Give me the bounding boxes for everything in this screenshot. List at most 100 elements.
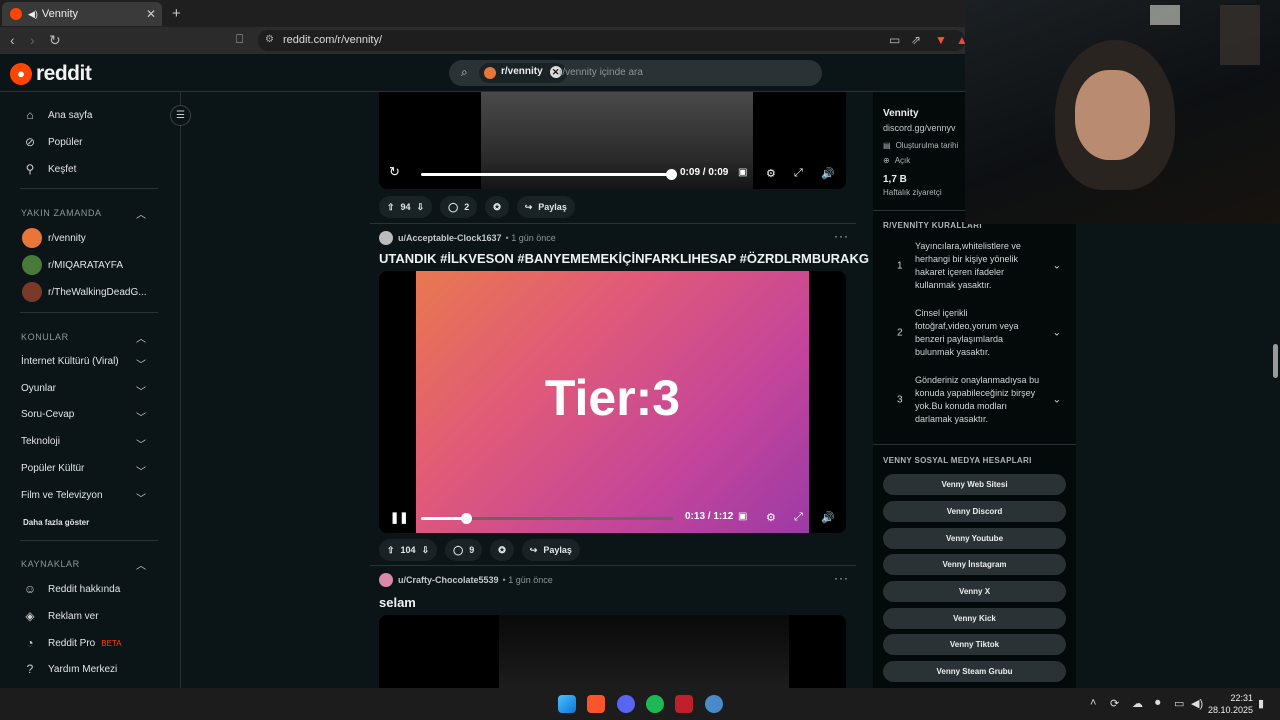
chevron-down-icon[interactable]: ﹀ [136,356,146,371]
award-button[interactable]: ✪ [485,196,509,218]
volume-icon[interactable]: 🔊 [821,167,835,180]
topics-header[interactable]: KONULAR [21,332,69,342]
post-video-player[interactable] [379,615,846,688]
share-button[interactable]: ↪ Paylaş [521,539,580,561]
chevron-up-icon[interactable]: ︿ [136,557,146,572]
downvote-icon[interactable]: ⇩ [417,202,425,213]
cast-icon[interactable]: ▭ [889,33,900,47]
app-icon[interactable] [675,695,693,713]
social-link-button[interactable]: Venny X [883,581,1066,602]
chevron-up-icon[interactable]: ︿ [136,330,146,345]
sidebar-item-vennity[interactable]: r/vennity [22,228,86,248]
more-options-icon[interactable]: ··· [834,571,849,585]
reload-icon[interactable]: ↻ [49,32,61,49]
sidebar-item-pro[interactable]: ◔ Reddit Pro BETA [22,636,121,650]
progress-track[interactable] [421,169,677,180]
brave-browser-icon[interactable] [587,695,605,713]
show-more-button[interactable]: Daha fazla göster [23,518,89,527]
search-bar[interactable]: ⌕ r/vennity ✕ r/vennity içinde ara [449,60,822,86]
topic-item[interactable]: Popüler Kültür [21,463,84,474]
sidebar-item-advertise[interactable]: ◈ Reklam ver [22,609,98,623]
sidebar-item-home[interactable]: ⌂ Ana sayfa [22,108,92,122]
sidebar-item-popular[interactable]: ⊘ Popüler [22,135,83,149]
cloud-icon[interactable]: ☁ [1132,697,1143,710]
social-link-button[interactable]: Venny Youtube [883,528,1066,549]
new-tab-icon[interactable]: + [172,5,181,22]
topic-item[interactable]: Film ve Televizyon [21,490,103,501]
user-avatar[interactable] [379,231,393,245]
settings-app-icon[interactable] [705,695,723,713]
upvote-icon[interactable]: ⇧ [387,202,395,213]
more-options-icon[interactable]: ··· [834,229,849,243]
post-title[interactable]: selam [379,595,416,610]
chevron-down-icon[interactable]: ﹀ [136,409,146,424]
browser-tab[interactable]: ◀) Vennity ✕ [2,2,162,26]
sidebar-item-about[interactable]: ☺ Reddit hakkında [22,582,120,596]
scrollbar-thumb[interactable] [1273,344,1278,378]
tray-chevron-icon[interactable]: ˄ [1090,697,1096,709]
social-link-button[interactable]: Venny Web Sitesi [883,474,1066,495]
post-title[interactable]: UTANDIK #İLKVESON #BANYEMEMEKİÇİNFARKLIH… [379,251,869,266]
replay-icon[interactable]: ↻ [389,164,400,180]
sidebar-item-explore[interactable]: ⚲ Keşfet [22,162,77,176]
chevron-down-icon[interactable]: ⌄ [1053,327,1061,340]
chevron-down-icon[interactable]: ﹀ [136,463,146,478]
sidebar-item-walkingdead[interactable]: r/TheWalkingDeadG... [22,282,147,302]
back-icon[interactable]: ‹ [10,32,15,48]
volume-icon[interactable]: 🔊 [821,511,835,524]
brave-shield-icon[interactable]: ▼ [935,33,947,47]
downvote-icon[interactable]: ⇩ [422,545,430,556]
url-field[interactable]: ⚙ reddit.com/r/vennity/ [258,30,965,51]
comments-button[interactable]: ◯ 2 [440,196,478,218]
captions-icon[interactable]: ▣ [738,511,747,522]
chevron-down-icon[interactable]: ﹀ [136,436,146,451]
collapse-sidebar-button[interactable]: ☰ [170,105,191,126]
settings-icon[interactable]: ⚙ [766,511,776,524]
progress-track[interactable] [421,513,673,524]
captions-icon[interactable]: ▣ [738,167,747,178]
share-button[interactable]: ↪ Paylaş [516,196,575,218]
social-link-button[interactable]: Venny Steam Grubu [883,661,1066,682]
notification-icon[interactable]: ▮ [1258,697,1264,710]
speaker-icon[interactable]: ◀) [1191,697,1203,710]
forward-icon[interactable]: › [30,32,35,48]
sync-icon[interactable]: ⟳ [1110,697,1119,710]
social-link-button[interactable]: Venny Tiktok [883,634,1066,655]
sidebar-item-miqaratayfa[interactable]: r/MIQARATAYFA [22,255,123,275]
comments-button[interactable]: ◯ 9 [445,539,483,561]
post-author[interactable]: u/Crafty-Chocolate5539 [398,575,499,585]
topic-item[interactable]: Teknoloji [21,436,60,447]
settings-icon[interactable]: ⚙ [766,167,776,180]
windows-start-icon[interactable] [558,695,576,713]
chevron-down-icon[interactable]: ﹀ [136,490,146,505]
progress-knob[interactable] [666,169,677,180]
rule-item[interactable]: 3 Gönderiniz onaylanmadıysa bu konuda yap… [883,374,1069,426]
chevron-down-icon[interactable]: ﹀ [136,383,146,398]
post-video-player[interactable]: ↻ 0:09 / 0:09 ▣ ⚙ ⤢ 🔊 [379,92,846,189]
topic-item[interactable]: Soru-Cevap [21,409,74,420]
rule-item[interactable]: 2 Cinsel içerikli fotoğraf,video,yorum ve… [883,307,1069,359]
microphone-icon[interactable]: ⏺ [1155,697,1161,710]
page-scrollbar[interactable] [1270,224,1280,688]
search-input[interactable]: r/vennity içinde ara [559,67,643,78]
chevron-down-icon[interactable]: ⌄ [1053,394,1061,407]
award-button[interactable]: ✪ [490,539,514,561]
reddit-logo[interactable]: ● reddit [10,62,92,86]
upvote-icon[interactable]: ⇧ [387,545,395,556]
chevron-up-icon[interactable]: ︿ [136,206,146,221]
pause-icon[interactable]: ❚❚ [390,511,408,524]
spotify-icon[interactable] [646,695,664,713]
social-link-button[interactable]: Venny İnstagram [883,554,1066,575]
fullscreen-icon[interactable]: ⤢ [794,511,803,524]
post-video-player[interactable]: Tier:3 ❚❚ 0:13 / 1:12 ▣ ⚙ ⤢ 🔊 [379,271,846,533]
topic-item[interactable]: İnternet Kültürü (Viral) [21,356,119,367]
sidebar-item-help[interactable]: ? Yardım Merkezi [22,662,118,676]
recent-header[interactable]: YAKIN ZAMANDA [21,208,102,218]
bookmark-icon[interactable]: ⎕ [236,32,243,47]
user-avatar[interactable] [379,573,393,587]
network-icon[interactable]: ▭ [1174,697,1184,710]
post-author[interactable]: u/Acceptable-Clock1637 [398,233,502,243]
fullscreen-icon[interactable]: ⤢ [794,167,803,180]
topic-item[interactable]: Oyunlar [21,383,56,394]
chevron-down-icon[interactable]: ⌄ [1053,260,1061,273]
